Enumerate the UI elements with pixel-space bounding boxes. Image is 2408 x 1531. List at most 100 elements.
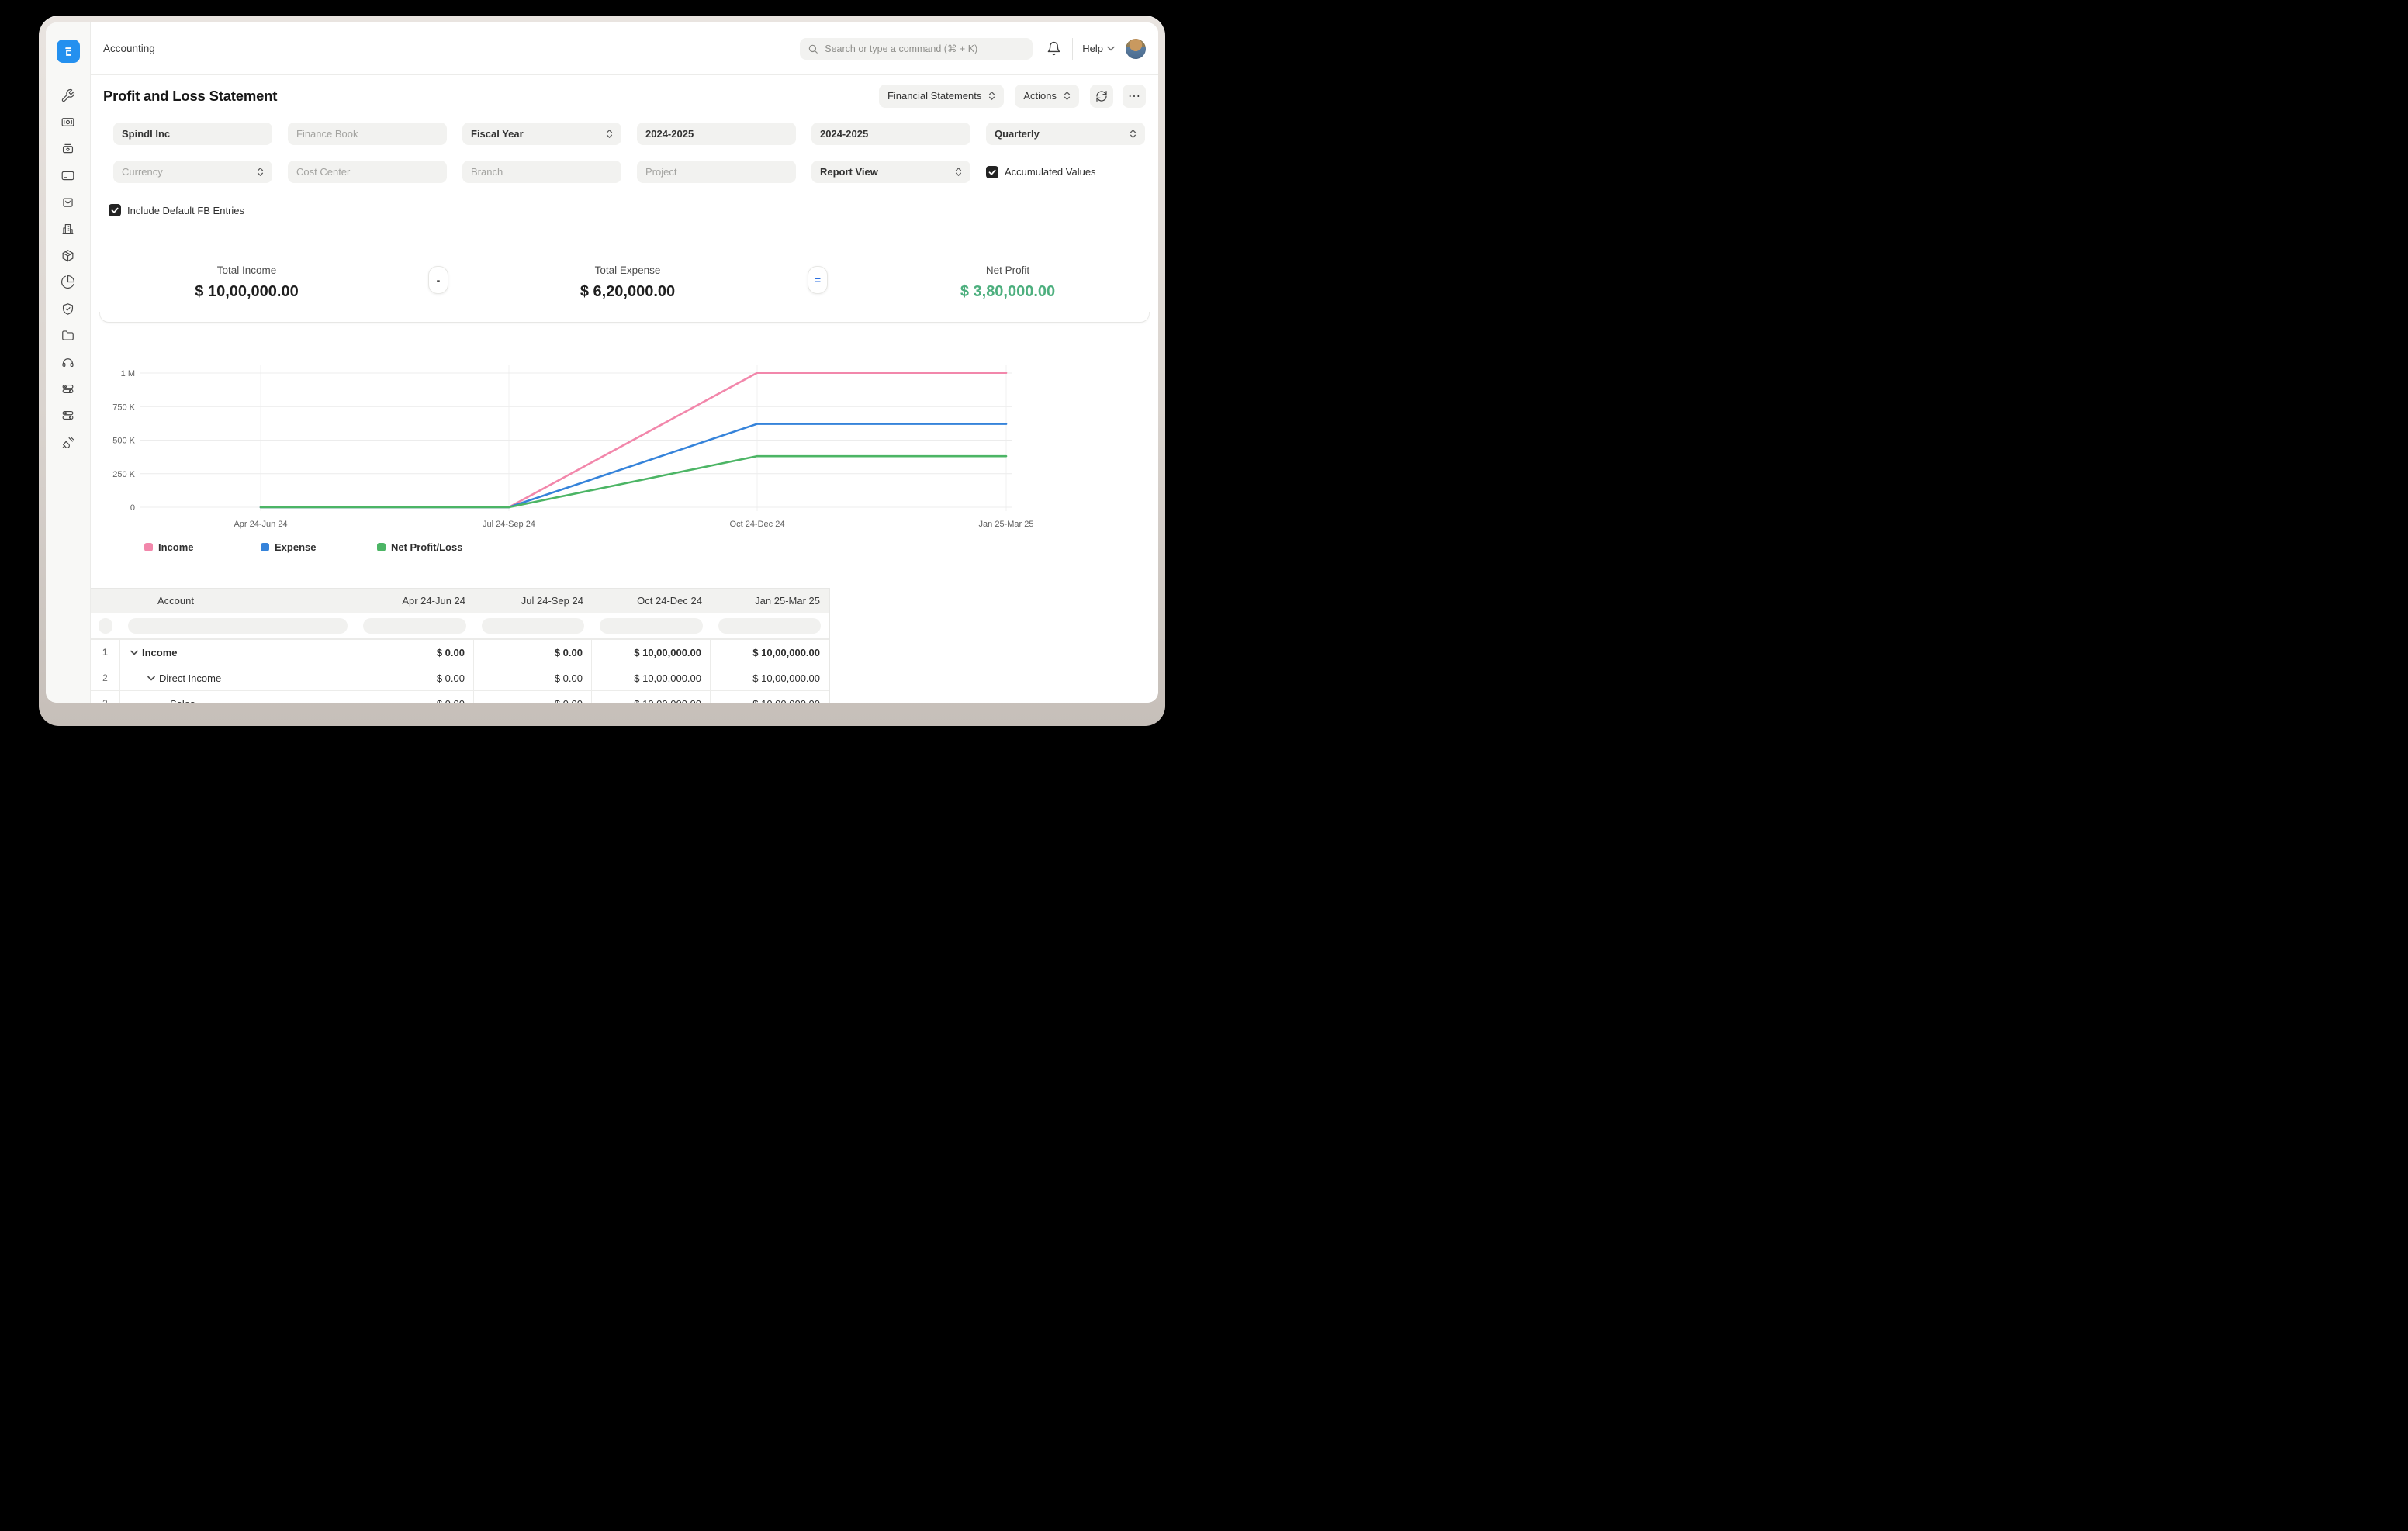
y-tick: 1 M (121, 369, 135, 378)
value-cell: $ 10,00,000.00 (592, 691, 711, 703)
table-filter-row (91, 613, 829, 640)
net-profit-summary: Net Profit $ 3,80,000.00 (891, 264, 1124, 301)
finance-book-placeholder: Finance Book (296, 128, 438, 140)
tools-icon[interactable] (55, 82, 81, 109)
row-number: 3 (91, 691, 120, 703)
value-cell: $ 0.00 (474, 691, 592, 703)
accumulated-values-checkbox[interactable] (986, 166, 998, 178)
value-cell: $ 0.00 (355, 691, 474, 703)
building-icon[interactable] (55, 216, 81, 242)
erpnext-logo[interactable] (57, 40, 80, 63)
notifications-bell-icon[interactable] (1047, 41, 1061, 56)
currency-select[interactable]: Currency (113, 161, 272, 183)
refresh-icon (1095, 90, 1108, 102)
money-icon[interactable] (55, 109, 81, 135)
report-view-value: Report View (820, 166, 955, 178)
legend-item-income: Income (144, 541, 261, 553)
chevron-down-icon[interactable] (129, 647, 140, 658)
from-fiscal-year-value: 2024-2025 (645, 128, 787, 140)
q1-filter-input[interactable] (363, 618, 466, 634)
q4-header: Jan 25-Mar 25 (711, 589, 829, 613)
value-cell: $ 10,00,000.00 (592, 640, 711, 665)
account-cell: Sales (120, 691, 355, 703)
x-tick: Oct 24-Dec 24 (730, 520, 785, 529)
x-tick: Jul 24-Sep 24 (483, 520, 535, 529)
more-menu-button[interactable]: ⋯ (1123, 85, 1146, 108)
total-income-value: $ 10,00,000.00 (130, 283, 363, 301)
actions-label: Actions (1023, 90, 1057, 102)
total-expense-summary: Total Expense $ 6,20,000.00 (511, 264, 744, 301)
profit-loss-chart: 1 M 750 K 500 K 250 K 0 Apr 24-Jun 24 Ju… (91, 351, 1158, 555)
cost-center-placeholder: Cost Center (296, 166, 438, 178)
table-row[interactable]: 3 Sales $ 0.00 $ 0.00 $ 10,00,000.00 $ 1… (91, 691, 829, 703)
period-basis-select[interactable]: Fiscal Year (462, 123, 621, 145)
periodicity-select[interactable]: Quarterly (986, 123, 1145, 145)
include-default-fb-label: Include Default FB Entries (127, 205, 244, 216)
equals-glyph: = (815, 274, 821, 286)
report-view-select[interactable]: Report View (811, 161, 970, 183)
breadcrumb: Accounting (103, 43, 155, 54)
include-fb-row: Include Default FB Entries (91, 204, 1158, 216)
chart-legend: Income Expense Net Profit/Loss (91, 539, 1158, 555)
table-row[interactable]: 2 Direct Income $ 0.00 $ 0.00 $ 10,00,00… (91, 665, 829, 691)
account-cell: Direct Income (120, 665, 355, 690)
select-chevrons-icon (1064, 92, 1071, 100)
finance-book-field[interactable]: Finance Book (288, 123, 447, 145)
filters-card-bottom-edge (99, 312, 1150, 323)
q3-header: Oct 24-Dec 24 (592, 589, 711, 613)
row-number-header (91, 589, 120, 613)
search-placeholder: Search or type a command (⌘ + K) (825, 43, 977, 54)
headset-icon[interactable] (55, 349, 81, 375)
value-cell: $ 10,00,000.00 (592, 665, 711, 690)
topbar-divider (1072, 38, 1073, 60)
q4-filter-input[interactable] (718, 618, 821, 634)
select-chevrons-icon (955, 168, 962, 176)
value-cell: $ 10,00,000.00 (711, 640, 829, 665)
net-profit-label: Net Profit (891, 264, 1124, 276)
y-tick: 250 K (112, 470, 135, 479)
credit-card-icon[interactable] (55, 162, 81, 188)
value-cell: $ 0.00 (474, 640, 592, 665)
include-default-fb-checkbox[interactable] (109, 204, 121, 216)
row-number: 1 (91, 640, 120, 665)
row-number-filter[interactable] (99, 618, 112, 634)
chevron-down-icon[interactable] (146, 672, 157, 683)
table-header-row: Account Apr 24-Jun 24 Jul 24-Sep 24 Oct … (91, 589, 829, 613)
account-name: Direct Income (159, 672, 221, 684)
value-cell: $ 10,00,000.00 (711, 665, 829, 690)
cash-drawer-icon[interactable] (55, 136, 81, 162)
package-icon[interactable] (55, 242, 81, 268)
q3-filter-input[interactable] (600, 618, 703, 634)
from-fiscal-year-field[interactable]: 2024-2025 (637, 123, 796, 145)
shield-check-icon[interactable] (55, 295, 81, 322)
account-filter-input[interactable] (128, 618, 348, 634)
folder-icon[interactable] (55, 323, 81, 349)
company-field[interactable]: Spindl Inc (113, 123, 272, 145)
branch-field[interactable]: Branch (462, 161, 621, 183)
shopping-bag-icon[interactable] (55, 189, 81, 216)
plug-icon[interactable] (55, 429, 81, 455)
user-avatar[interactable] (1126, 39, 1146, 59)
q2-filter-input[interactable] (482, 618, 584, 634)
branch-placeholder: Branch (471, 166, 613, 178)
net-profit-value: $ 3,80,000.00 (891, 283, 1124, 301)
help-menu[interactable]: Help (1082, 43, 1115, 54)
table-row[interactable]: 1 Income $ 0.00 $ 0.00 $ 10,00,000.00 $ … (91, 640, 829, 665)
to-fiscal-year-field[interactable]: 2024-2025 (811, 123, 970, 145)
check-icon (988, 168, 996, 176)
toggles-alt-icon[interactable] (55, 403, 81, 429)
report-table: Account Apr 24-Jun 24 Jul 24-Sep 24 Oct … (91, 588, 830, 703)
toggles-icon[interactable] (55, 375, 81, 402)
currency-placeholder: Currency (122, 166, 257, 178)
refresh-button[interactable] (1090, 85, 1113, 108)
report-switcher-button[interactable]: Financial Statements (879, 85, 1004, 108)
pie-chart-icon[interactable] (55, 269, 81, 295)
project-field[interactable]: Project (637, 161, 796, 183)
cost-center-field[interactable]: Cost Center (288, 161, 447, 183)
total-income-label: Total Income (130, 264, 363, 276)
total-expense-label: Total Expense (511, 264, 744, 276)
actions-button[interactable]: Actions (1015, 85, 1079, 108)
search-input[interactable]: Search or type a command (⌘ + K) (800, 38, 1033, 60)
value-cell: $ 0.00 (474, 665, 592, 690)
chevron-down-icon (1107, 46, 1115, 51)
